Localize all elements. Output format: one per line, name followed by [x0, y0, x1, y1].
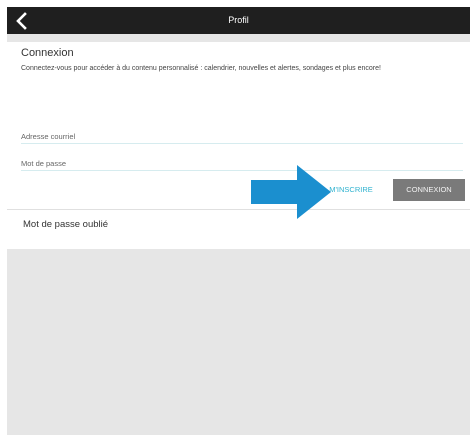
- login-card: Connexion Connectez-vous pour accéder à …: [7, 42, 470, 213]
- top-bar: Profil: [7, 7, 470, 34]
- email-field: [21, 126, 463, 145]
- login-title: Connexion: [21, 47, 74, 59]
- forgot-password-label: Mot de passe oublié: [23, 219, 109, 230]
- forgot-password-item[interactable]: Mot de passe oublié: [7, 209, 470, 249]
- password-field: [21, 153, 463, 172]
- page-title: Profil: [228, 15, 249, 25]
- login-description: Connectez-vous pour accéder à du contenu…: [21, 65, 381, 72]
- login-button[interactable]: CONNEXION: [393, 179, 465, 201]
- signup-button[interactable]: M'INSCRIRE: [313, 179, 389, 201]
- password-input[interactable]: [21, 155, 463, 172]
- email-input[interactable]: [21, 128, 463, 145]
- app-frame: Profil Connexion Connectez-vous pour acc…: [7, 7, 470, 435]
